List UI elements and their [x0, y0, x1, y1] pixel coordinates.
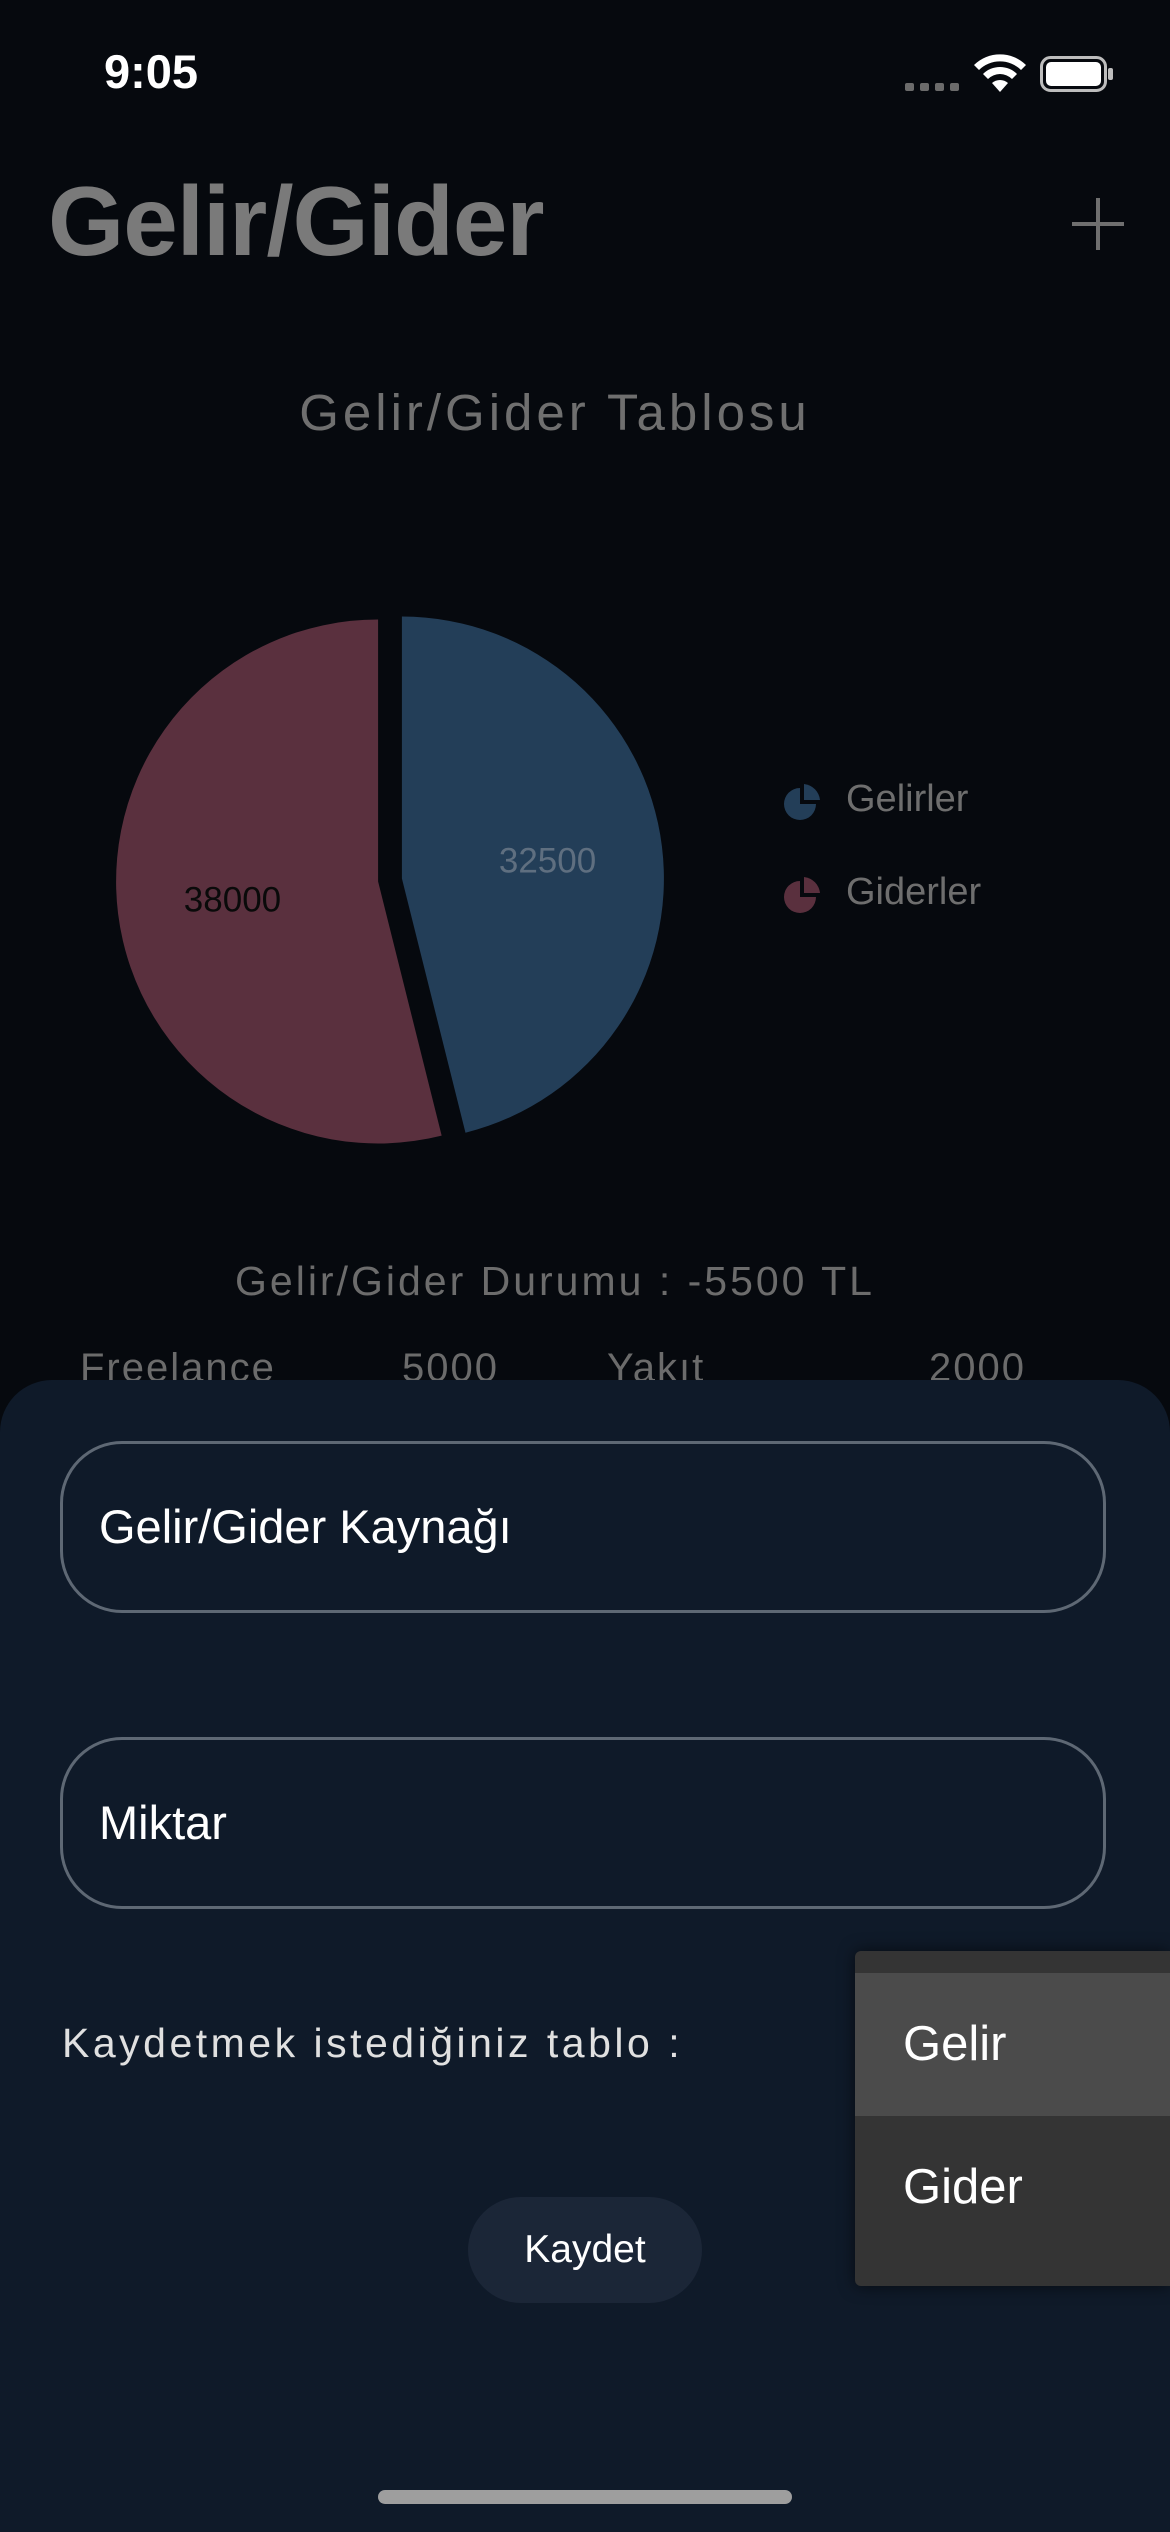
menu-item-label: Gider: [903, 2160, 1023, 2214]
legend-label-income: Gelirler: [846, 778, 969, 820]
save-button[interactable]: Kaydet: [468, 2197, 702, 2303]
cellular-signal-icon: [905, 83, 960, 91]
amount-field-placeholder: Miktar: [99, 1796, 227, 1849]
legend-label-expense: Giderler: [846, 871, 982, 913]
legend-item-income: Gelirler: [780, 770, 981, 863]
amount-field[interactable]: Miktar: [60, 1737, 1106, 1909]
chart-legend: Gelirler Giderler: [780, 770, 981, 956]
pie-slice-icon: [784, 877, 820, 913]
chart-title: Gelir/Gider Tablosu: [299, 384, 811, 441]
battery-icon: [1040, 56, 1113, 92]
pie-chart: 32500 38000: [116, 616, 664, 1144]
pie-slice-icon: [784, 784, 820, 820]
status-time: 9:05: [104, 45, 199, 98]
page-title: Gelir/Gider: [48, 166, 545, 276]
table-dropdown-menu: Gelir Gider: [855, 1951, 1170, 2286]
table-prompt-label: Kaydetmek istediğiniz tablo :: [62, 2020, 684, 2066]
home-indicator: [378, 2490, 792, 2504]
pie-slice-value-label: 38000: [184, 880, 281, 919]
balance-status: Gelir/Gider Durumu : -5500 TL: [235, 1258, 875, 1304]
source-field[interactable]: Gelir/Gider Kaynağı: [60, 1441, 1106, 1613]
legend-item-expense: Giderler: [780, 863, 981, 956]
wifi-icon: [974, 54, 1026, 92]
menu-item-label: Gelir: [903, 2017, 1007, 2071]
status-bar: 9:05: [0, 0, 1170, 150]
add-icon[interactable]: [1072, 198, 1124, 250]
pie-slice-value-label: 32500: [499, 842, 596, 881]
menu-item-gelir[interactable]: Gelir: [855, 1973, 1170, 2116]
menu-item-gider[interactable]: Gider: [855, 2116, 1170, 2259]
source-field-placeholder: Gelir/Gider Kaynağı: [99, 1500, 512, 1553]
